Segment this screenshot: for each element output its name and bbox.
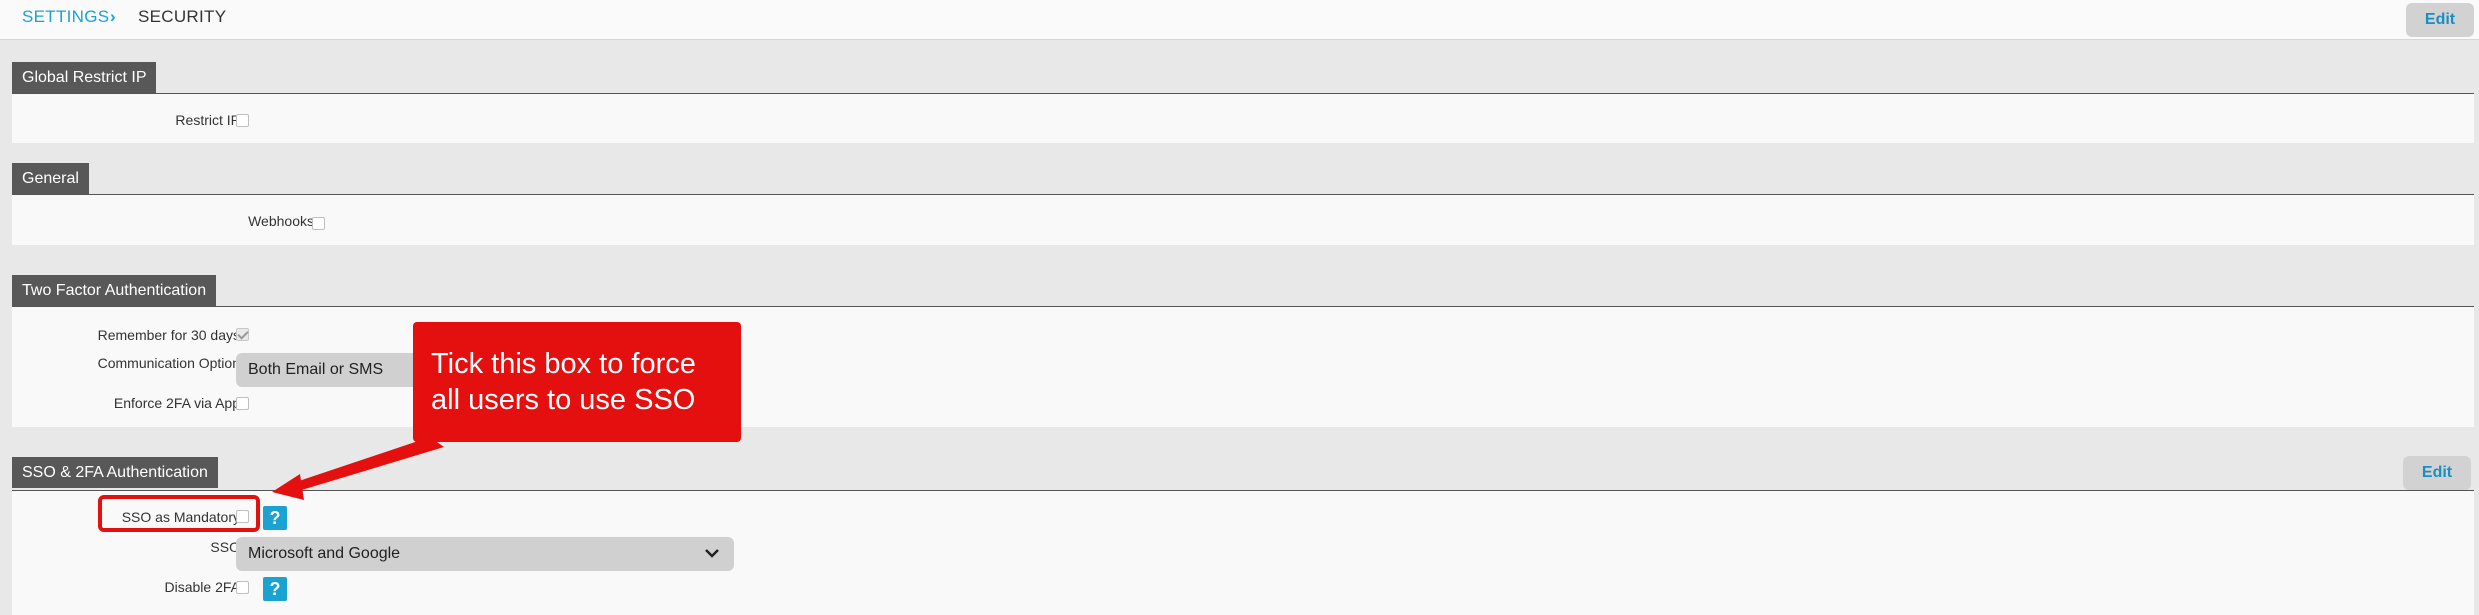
callout-line-2: all users to use SSO <box>431 384 696 416</box>
section-body-two-factor: Remember for 30 days Communication Optio… <box>12 307 2474 427</box>
webhooks-checkbox[interactable] <box>312 217 325 230</box>
section-body-sso-2fa: SSO as Mandatory ? SSO Microsoft and Goo… <box>12 491 2474 615</box>
communication-option-label: Communication Option <box>97 355 240 371</box>
disable-2fa-checkbox[interactable] <box>236 581 249 594</box>
sso-select-value: Microsoft and Google <box>248 545 401 562</box>
communication-option-value: Both Email or SMS <box>248 361 384 378</box>
section-title-general: General <box>12 163 89 194</box>
disable-2fa-label: Disable 2FA <box>164 579 240 595</box>
chevron-down-icon <box>704 537 720 571</box>
section-body-general: Webhooks <box>12 195 2474 245</box>
restrict-ip-checkbox[interactable] <box>236 114 249 127</box>
annotation-callout: Tick this box to force all users to use … <box>413 322 741 442</box>
enforce-2fa-app-checkbox[interactable] <box>236 397 249 410</box>
help-icon[interactable]: ? <box>263 577 287 601</box>
section-title-two-factor: Two Factor Authentication <box>12 275 217 306</box>
section-title-global-restrict-ip: Global Restrict IP <box>12 62 157 93</box>
enforce-2fa-app-label: Enforce 2FA via App <box>113 395 240 411</box>
webhooks-label: Webhooks <box>248 213 314 229</box>
annotation-highlight-box <box>98 495 260 532</box>
breadcrumb-current: SECURITY <box>138 7 227 26</box>
remember-30-days-label: Remember for 30 days <box>97 327 240 343</box>
section-title-sso-2fa: SSO & 2FA Authentication <box>12 457 218 488</box>
restrict-ip-label: Restrict IP <box>175 112 240 128</box>
section-body-global-restrict-ip: Restrict IP <box>12 94 2474 143</box>
top-bar: SETTINGS › SECURITY Edit <box>0 0 2479 40</box>
edit-button[interactable]: Edit <box>2406 3 2474 37</box>
sso-edit-button[interactable]: Edit <box>2403 456 2471 490</box>
help-icon[interactable]: ? <box>263 506 287 530</box>
remember-30-days-checkbox[interactable] <box>236 328 249 341</box>
sso-select[interactable]: Microsoft and Google <box>236 537 734 571</box>
breadcrumb-settings-link[interactable]: SETTINGS <box>22 7 109 27</box>
chevron-right-icon: › <box>110 7 116 26</box>
callout-line-1: Tick this box to force <box>431 348 696 380</box>
